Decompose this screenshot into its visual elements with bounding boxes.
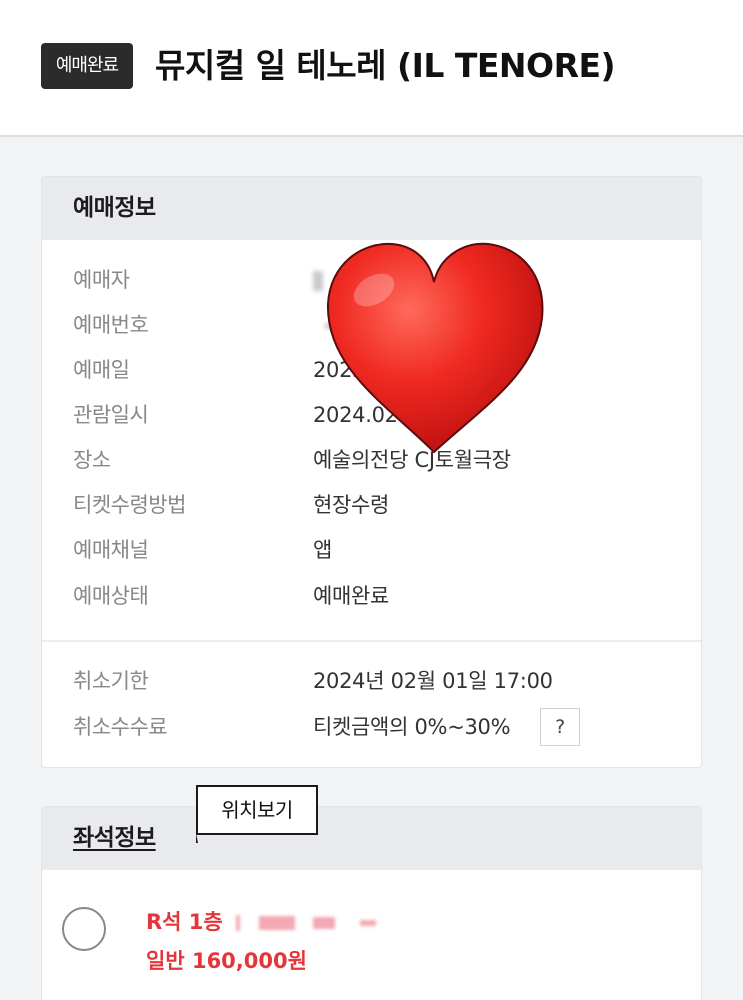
page-title: 뮤지컬 일 테노레 (IL TENORE) [155, 46, 616, 85]
radio-unchecked-icon[interactable] [62, 907, 106, 951]
info-row-cancel-fee: 취소수수료 티켓금액의 0%~30% ? [73, 708, 693, 746]
info-label: 관람일시 [73, 403, 149, 427]
info-row-cancel-deadline: 취소기한 2024년 02월 01일 17:00 [73, 664, 693, 698]
info-label: 예매자 [73, 268, 130, 292]
info-label: 취소수수료 [73, 715, 168, 739]
info-label: 예매일 [73, 358, 130, 382]
seat-info-card: 좌석정보 R석 1층 일반 160,000원 [41, 806, 702, 1000]
seat-item[interactable]: R석 1층 일반 160,000원 [42, 870, 701, 1000]
info-row-status: 예매상태 예매완료 [73, 579, 693, 613]
tooltip-tail [196, 833, 198, 843]
info-row-channel: 예매채널 앱 [73, 533, 693, 567]
page-header: 예매완료 뮤지컬 일 테노레 (IL TENORE) [0, 0, 743, 137]
info-label: 취소기한 [73, 669, 149, 693]
info-label: 예매상태 [73, 584, 149, 608]
status-badge: 예매완료 [41, 43, 133, 89]
info-label: 장소 [73, 448, 111, 472]
info-value: 예매완료 [313, 584, 390, 608]
info-row-ticket-pickup: 티켓수령방법 현장수령 [73, 488, 693, 522]
info-label: 티켓수령방법 [73, 493, 186, 517]
seat-info-title: 좌석정보 [42, 807, 701, 870]
cancel-fee-text: 티켓금액의 0%~30% [313, 715, 511, 739]
info-label: 예매채널 [73, 538, 149, 562]
location-view-tooltip[interactable]: 위치보기 [196, 785, 318, 835]
info-value: 현장수령 [313, 493, 390, 517]
booking-info-title: 예매정보 [42, 177, 701, 240]
section-divider [42, 640, 701, 642]
seat-info-heading: 좌석정보 [73, 825, 156, 851]
seat-grade: R석 1층 [146, 907, 376, 937]
question-mark-icon[interactable]: ? [540, 708, 580, 746]
seat-price: 일반 160,000원 [146, 949, 307, 973]
info-value: 2024년 02월 01일 17:00 [313, 669, 553, 693]
info-label: 예매번호 [73, 313, 149, 337]
seat-grade-label: R석 1층 [146, 910, 223, 934]
heart-sticker-icon [326, 242, 544, 454]
info-value: 티켓금액의 0%~30% ? [313, 708, 580, 746]
info-value: 앱 [313, 538, 333, 562]
